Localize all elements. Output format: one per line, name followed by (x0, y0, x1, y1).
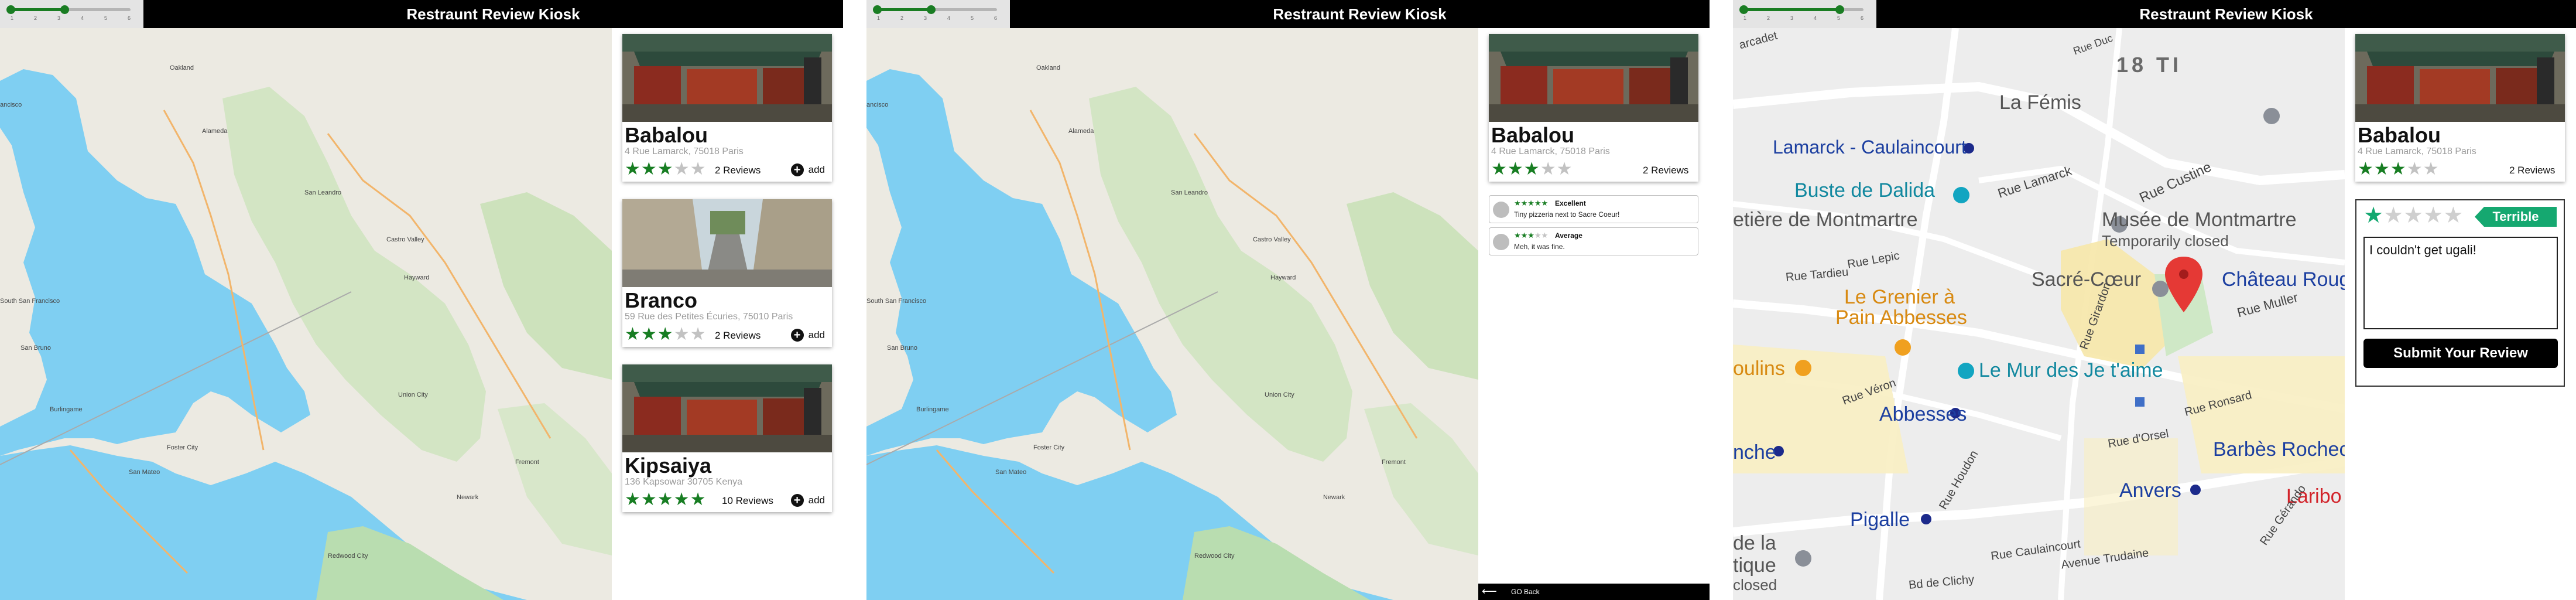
plus-circle-icon: + (790, 163, 804, 176)
restaurant-list-screen: 1 2 3 4 5 6 Restraunt Review Kiosk Oakla… (0, 0, 843, 600)
star-5[interactable]: ★ (2443, 203, 2463, 228)
review-count: 2 Reviews (1643, 165, 1689, 176)
restaurant-address: 4 Rue Lamarck, 75018 Paris (1491, 146, 1610, 156)
zoom-slider[interactable]: 1 2 3 4 5 6 (0, 0, 143, 28)
review-count[interactable]: 2 Reviews (715, 330, 761, 342)
rating-stars: ★★★★★ (625, 490, 707, 509)
review-count: 2 Reviews (2509, 165, 2556, 176)
restaurant-address: 4 Rue Lamarck, 75018 Paris (2358, 146, 2476, 156)
restaurant-address: 136 Kapsowar 30705 Kenya (625, 477, 743, 487)
review-text: Tiny pizzeria next to Sacre Coeur! (1514, 210, 1620, 219)
review-item[interactable]: ★★★★★ Average Meh, it was fine. (1489, 227, 1698, 255)
submit-review-button[interactable]: Submit Your Review (2363, 339, 2558, 368)
restaurant-photo (2355, 34, 2565, 122)
slider-handle-min[interactable] (1739, 5, 1748, 14)
restaurant-name: Babalou (625, 123, 708, 147)
app-title: Restraunt Review Kiosk (2139, 5, 2313, 23)
add-review-button[interactable]: + add (790, 163, 825, 176)
rating-input[interactable]: ★★★★★ (2363, 204, 2463, 227)
star-1[interactable]: ★ (2363, 203, 2383, 228)
review-text-input[interactable]: I couldn't get ugali! (2363, 237, 2558, 329)
restaurant-name: Branco (625, 288, 698, 312)
restaurant-card[interactable]: Babalou 4 Rue Lamarck, 75018 Paris ★★★★★… (622, 34, 832, 182)
restaurant-photo (622, 364, 832, 452)
star-2[interactable]: ★ (2383, 203, 2403, 228)
arrow-left-icon: ⟵ (1482, 585, 1497, 597)
rating-stars: ★★★★★ (1491, 159, 1573, 179)
restaurant-photo (622, 199, 832, 287)
app-title: Restraunt Review Kiosk (1273, 5, 1447, 23)
review-stars: ★★★★★ (1514, 199, 1549, 207)
review-rating-label: Average (1555, 231, 1582, 240)
review-count[interactable]: 2 Reviews (715, 165, 761, 176)
slider-handle-min[interactable] (6, 5, 15, 14)
star-4[interactable]: ★ (2423, 203, 2443, 228)
slider-handle[interactable] (1835, 5, 1844, 14)
restaurant-list-panel: Babalou 4 Rue Lamarck, 75018 Paris ★★★★★… (612, 28, 843, 600)
rating-stars: ★★★★★ (625, 159, 707, 179)
header-bar: 1 2 3 4 5 6 Restraunt Review Kiosk (1733, 0, 2576, 28)
restaurant-photo (622, 34, 832, 122)
add-review-button[interactable]: + add (790, 329, 825, 342)
app-title: Restraunt Review Kiosk (406, 5, 580, 23)
review-form-panel: Babalou 4 Rue Lamarck, 75018 Paris ★★★★★… (2345, 28, 2576, 600)
restaurant-detail-screen: 1 2 3 4 5 6 Restraunt Review Kiosk Oakla… (866, 0, 1710, 600)
zoom-slider[interactable]: 1 2 3 4 5 6 (1733, 0, 1876, 28)
restaurant-address: 59 Rue des Petites Écuries, 75010 Paris (625, 312, 793, 322)
rating-stars: ★★★★★ (2358, 159, 2440, 179)
review-rating-label: Excellent (1555, 199, 1586, 207)
restaurant-photo (1489, 34, 1698, 122)
slider-ticks: 1 2 3 4 5 6 (877, 15, 998, 21)
restaurant-card[interactable]: Kipsaiya 136 Kapsowar 30705 Kenya ★★★★★ … (622, 364, 832, 512)
restaurant-card: Babalou 4 Rue Lamarck, 75018 Paris ★★★★★… (1489, 34, 1698, 182)
review-stars: ★★★★★ (1514, 231, 1549, 240)
map-view[interactable]: Oakland Alameda San Leandro Castro Valle… (866, 28, 1478, 600)
restaurant-card[interactable]: Branco 59 Rue des Petites Écuries, 75010… (622, 199, 832, 347)
zoom-slider[interactable]: 1 2 3 4 5 6 (866, 0, 1010, 28)
slider-handle[interactable] (927, 5, 936, 14)
rating-stars: ★★★★★ (625, 325, 707, 344)
restaurant-address: 4 Rue Lamarck, 75018 Paris (625, 146, 744, 156)
slider-handle[interactable] (60, 5, 70, 14)
header-bar: 1 2 3 4 5 6 Restraunt Review Kiosk (0, 0, 843, 28)
slider-ticks: 1 2 3 4 5 6 (11, 15, 131, 21)
avatar (1493, 234, 1509, 250)
header-bar: 1 2 3 4 5 6 Restraunt Review Kiosk (866, 0, 1710, 28)
review-text: Meh, it was fine. (1514, 243, 1565, 251)
restaurant-detail-panel: Babalou 4 Rue Lamarck, 75018 Paris ★★★★★… (1478, 28, 1710, 600)
go-back-button[interactable]: ⟵ GO Back (1478, 584, 1710, 600)
star-3[interactable]: ★ (2403, 203, 2423, 228)
slider-ticks: 1 2 3 4 5 6 (1743, 15, 1864, 21)
rating-label-tag: Terrible (2475, 207, 2557, 227)
review-form-screen: 1 2 3 4 5 6 Restraunt Review Kiosk 18 TI… (1733, 0, 2576, 600)
restaurant-name: Kipsaiya (625, 454, 712, 478)
restaurant-name: Babalou (2358, 123, 2441, 147)
avatar (1493, 202, 1509, 218)
review-form: ★★★★★ Terrible I couldn't get ugali! Sub… (2355, 199, 2565, 387)
plus-circle-icon: + (790, 494, 804, 507)
map-view[interactable]: 18 TI Rue Duc La Fémis Lamarck - Caulain… (1733, 28, 2345, 600)
plus-circle-icon: + (790, 329, 804, 342)
restaurant-name: Babalou (1491, 123, 1575, 147)
review-item[interactable]: ★★★★★ Excellent Tiny pizzeria next to Sa… (1489, 195, 1698, 223)
restaurant-card: Babalou 4 Rue Lamarck, 75018 Paris ★★★★★… (2355, 34, 2565, 182)
slider-handle-min[interactable] (873, 5, 882, 14)
add-review-button[interactable]: + add (790, 494, 825, 507)
review-count[interactable]: 10 Reviews (722, 495, 773, 507)
map-view[interactable]: Oakland Alameda San Leandro Castro Valle… (0, 28, 612, 600)
